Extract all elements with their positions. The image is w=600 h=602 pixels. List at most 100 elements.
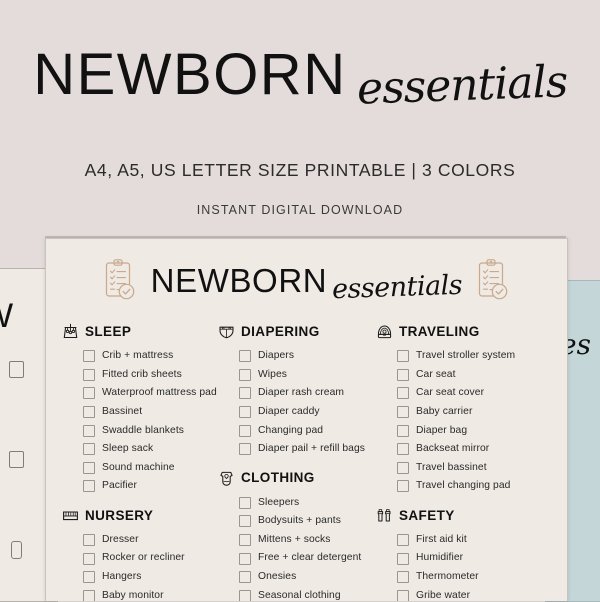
checkbox[interactable] xyxy=(239,534,251,547)
list-item[interactable]: Backseat mirror xyxy=(397,440,541,459)
checkbox[interactable] xyxy=(239,443,251,456)
list-item[interactable]: Travel bassinet xyxy=(397,459,541,478)
list-item[interactable]: Thermometer xyxy=(397,568,541,587)
checklist-column: TRAVELING Travel stroller system Car sea… xyxy=(376,323,541,601)
item-label: Backseat mirror xyxy=(416,443,490,455)
checklist-items: Sleepers Bodysuits + pants Mittens + soc… xyxy=(239,494,383,601)
checkbox[interactable] xyxy=(397,571,409,584)
item-label: Free + clear detergent xyxy=(258,552,362,564)
section-header: CLOTHING xyxy=(218,470,383,487)
list-item[interactable]: First aid kit xyxy=(397,531,541,550)
checkbox[interactable] xyxy=(239,589,251,601)
item-label: Thermometer xyxy=(416,571,479,583)
list-item[interactable]: Sleep sack xyxy=(83,440,227,459)
item-label: Bodysuits + pants xyxy=(258,515,341,527)
checkbox[interactable] xyxy=(83,480,95,493)
list-item[interactable]: Seasonal clothing xyxy=(239,587,383,601)
list-item[interactable]: Crib + mattress xyxy=(83,347,227,366)
list-item[interactable]: Changing pad xyxy=(239,421,383,440)
section-header: SAFETY xyxy=(376,507,541,524)
baby-bottles-icon xyxy=(377,508,391,522)
checkbox[interactable] xyxy=(397,534,409,547)
promo-subtitle-secondary: INSTANT DIGITAL DOWNLOAD xyxy=(196,203,404,217)
list-item[interactable]: Pacifier xyxy=(83,477,227,496)
list-item[interactable]: Gribe water xyxy=(397,587,541,601)
item-label: Hangers xyxy=(102,571,142,583)
list-item[interactable]: Bassinet xyxy=(83,403,227,422)
list-item[interactable]: Diapers xyxy=(239,347,383,366)
list-item[interactable]: Diaper caddy xyxy=(239,403,383,422)
list-item[interactable]: Fitted crib sheets xyxy=(83,366,227,385)
checkbox[interactable] xyxy=(239,552,251,565)
card-header: NEWBORN essentials xyxy=(46,247,567,313)
checkbox[interactable] xyxy=(397,424,409,437)
promo-title: NEWBORN essentials xyxy=(0,46,600,118)
checkbox[interactable] xyxy=(83,350,95,363)
checkbox[interactable] xyxy=(83,552,95,565)
item-label: Sleep sack xyxy=(102,443,154,455)
list-item[interactable]: Baby monitor xyxy=(83,587,227,601)
item-label: Diaper pail + refill bags xyxy=(258,443,366,455)
checkbox[interactable] xyxy=(83,387,95,400)
section-title: SAFETY xyxy=(399,507,455,523)
checklist-column: SLEEP Crib + mattress Fitted crib sheets… xyxy=(62,323,227,601)
checkbox[interactable] xyxy=(83,461,95,474)
checkbox[interactable] xyxy=(83,589,95,601)
list-item[interactable]: Diaper pail + refill bags xyxy=(239,440,383,459)
checkbox[interactable] xyxy=(239,496,251,509)
item-label: Bassinet xyxy=(102,405,143,417)
checkbox[interactable] xyxy=(239,424,251,437)
card-title-script: essentials xyxy=(331,269,463,305)
item-label: Car seat xyxy=(416,368,456,380)
list-item[interactable]: Swaddle blankets xyxy=(83,421,227,440)
checkbox[interactable] xyxy=(397,350,409,363)
list-item[interactable]: Car seat cover xyxy=(397,384,541,403)
item-label: Baby monitor xyxy=(102,589,164,601)
checkbox[interactable] xyxy=(83,534,95,547)
checkbox[interactable] xyxy=(83,443,95,456)
ghost-onesie-icon xyxy=(9,451,24,468)
list-item[interactable]: Car seat xyxy=(397,366,541,385)
checkbox[interactable] xyxy=(397,406,409,419)
list-item[interactable]: Wipes xyxy=(239,366,383,385)
list-item[interactable]: Onesies xyxy=(239,568,383,587)
checkbox[interactable] xyxy=(239,406,251,419)
checkbox[interactable] xyxy=(83,368,95,381)
checklist-items: First aid kit Humidifier Thermometer Gri… xyxy=(397,531,541,601)
list-item[interactable]: Sound machine xyxy=(83,459,227,478)
checkbox[interactable] xyxy=(83,424,95,437)
checkbox[interactable] xyxy=(397,552,409,565)
list-item[interactable]: Humidifier xyxy=(397,549,541,568)
checkbox[interactable] xyxy=(397,461,409,474)
checkbox[interactable] xyxy=(239,515,251,528)
list-item[interactable]: Baby carrier xyxy=(397,403,541,422)
checkbox[interactable] xyxy=(239,350,251,363)
checkbox[interactable] xyxy=(239,387,251,400)
promo-subtitle: A4, A5, US LETTER SIZE PRINTABLE | 3 COL… xyxy=(84,160,516,180)
list-item[interactable]: Dresser xyxy=(83,531,227,550)
checkbox[interactable] xyxy=(397,443,409,456)
checkbox[interactable] xyxy=(239,571,251,584)
list-item[interactable]: Sleepers xyxy=(239,494,383,513)
ghost-bottle-icon xyxy=(11,541,22,559)
checkbox[interactable] xyxy=(239,368,251,381)
list-item[interactable]: Travel stroller system xyxy=(397,347,541,366)
list-item[interactable]: Hangers xyxy=(83,568,227,587)
list-item[interactable]: Free + clear detergent xyxy=(239,549,383,568)
checkbox[interactable] xyxy=(397,589,409,601)
checkbox[interactable] xyxy=(397,387,409,400)
checkbox[interactable] xyxy=(397,368,409,381)
list-item[interactable]: Mittens + socks xyxy=(239,531,383,550)
car-seat-icon xyxy=(377,325,392,339)
checklist-items: Crib + mattress Fitted crib sheets Water… xyxy=(83,347,227,496)
list-item[interactable]: Travel changing pad xyxy=(397,477,541,496)
list-item[interactable]: Waterproof mattress pad xyxy=(83,384,227,403)
list-item[interactable]: Diaper rash cream xyxy=(239,384,383,403)
list-item[interactable]: Rocker or recliner xyxy=(83,549,227,568)
item-label: Car seat cover xyxy=(416,387,485,399)
list-item[interactable]: Diaper bag xyxy=(397,421,541,440)
checkbox[interactable] xyxy=(83,571,95,584)
checkbox[interactable] xyxy=(83,406,95,419)
list-item[interactable]: Bodysuits + pants xyxy=(239,512,383,531)
checkbox[interactable] xyxy=(397,480,409,493)
